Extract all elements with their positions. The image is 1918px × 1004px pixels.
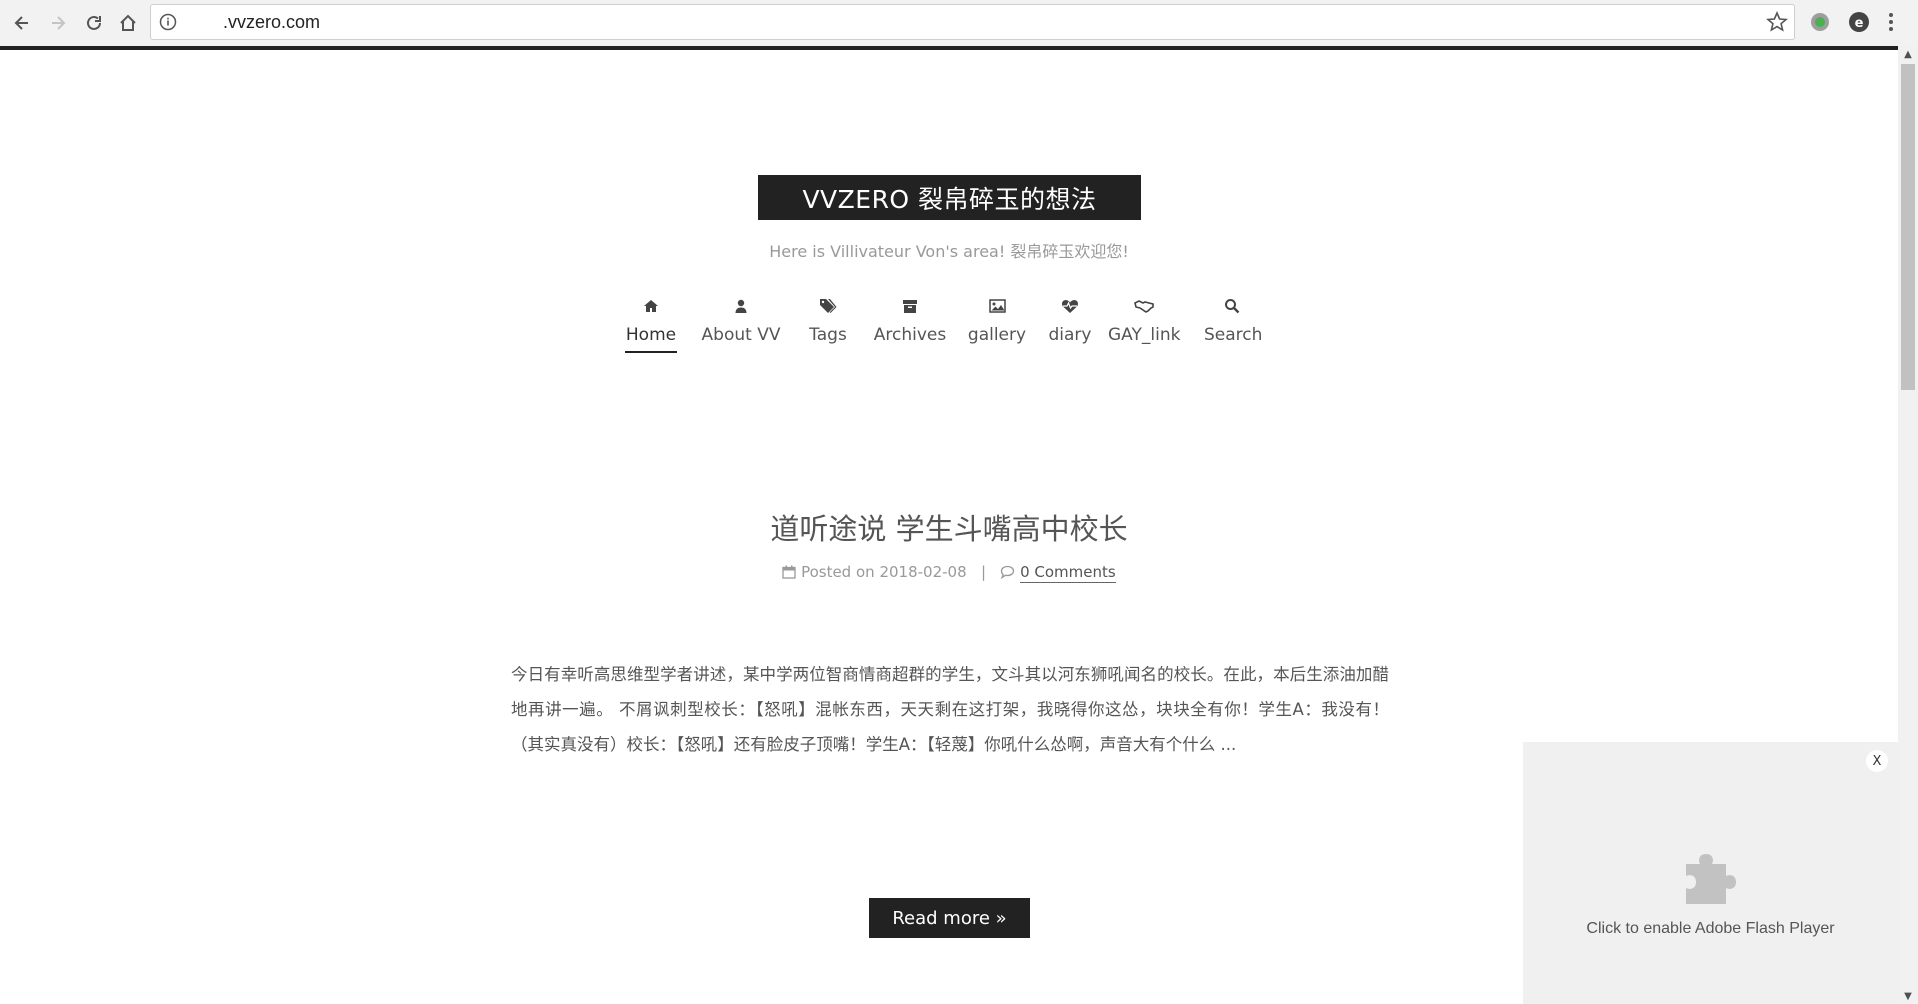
- back-button[interactable]: [8, 9, 36, 37]
- tags-icon: [820, 299, 837, 313]
- arrow-left-icon: [14, 16, 28, 30]
- posted-label: Posted on: [801, 563, 875, 581]
- post-meta: Posted on 2018-02-08 | 0 Comments: [0, 563, 1898, 583]
- svg-text:e: e: [1855, 16, 1864, 31]
- nav-label: Home: [625, 325, 677, 353]
- site-subtitle: Here is Villivateur Von's area! 裂帛碎玉欢迎您!: [769, 242, 1129, 261]
- nav-label: Tags: [809, 325, 847, 345]
- flash-close-button[interactable]: X: [1866, 750, 1888, 772]
- nav-item-archives[interactable]: Archives: [872, 295, 948, 345]
- scroll-up-arrow-icon[interactable]: ▲: [1898, 46, 1918, 62]
- image-icon: [988, 299, 1006, 313]
- nav-label: gallery: [967, 325, 1027, 345]
- nav-label: diary: [1048, 325, 1092, 345]
- home-button[interactable]: [114, 9, 142, 37]
- forward-button[interactable]: [44, 9, 72, 37]
- flash-message[interactable]: Click to enable Adobe Flash Player: [1523, 920, 1898, 938]
- nav-item-gay-link[interactable]: GAY_link: [1108, 295, 1180, 345]
- user-icon: [735, 299, 747, 313]
- browser-window: .vvzero.com e VVZERO 裂帛碎玉的想法 Here is Vil…: [0, 0, 1918, 1004]
- reload-icon: [87, 15, 101, 30]
- flash-placeholder[interactable]: X Click to enable Adobe Flash Player: [1523, 742, 1898, 1004]
- plugin-puzzle-icon: [1686, 854, 1736, 904]
- main-nav: Home About VV Tags Archives gallery diar…: [0, 295, 1898, 365]
- archive-icon: [903, 300, 917, 313]
- nav-label: Search: [1204, 325, 1263, 345]
- browser-toolbar: .vvzero.com e: [0, 0, 1918, 46]
- post-excerpt: 今日有幸听高思维型学者讲述，某中学两位智商情商超群的学生，文斗其以河东狮吼闻名的…: [511, 665, 1389, 754]
- handshake-icon: [1134, 300, 1154, 313]
- nav-label: GAY_link: [1108, 325, 1181, 345]
- extension-e-icon[interactable]: e: [1848, 11, 1870, 33]
- site-title-box[interactable]: VVZERO 裂帛碎玉的想法: [758, 175, 1141, 220]
- search-icon: [1225, 299, 1240, 314]
- post-title[interactable]: 道听途说 学生斗嘴高中校长: [0, 506, 1898, 548]
- post-date: 2018-02-08: [879, 563, 967, 581]
- nav-item-about[interactable]: About VV: [700, 295, 782, 345]
- url-text[interactable]: .vvzero.com: [223, 12, 320, 33]
- nav-item-diary[interactable]: diary: [1047, 295, 1093, 345]
- vertical-scrollbar[interactable]: ▲ ▼: [1898, 46, 1918, 1004]
- home-outline-icon: [120, 14, 136, 31]
- bookmark-star-icon[interactable]: [1766, 11, 1788, 33]
- comments-link[interactable]: 0 Comments: [1020, 563, 1116, 583]
- nav-item-search[interactable]: Search: [1204, 295, 1263, 345]
- arrow-right-icon: [52, 16, 66, 30]
- site-title[interactable]: VVZERO 裂帛碎玉的想法: [802, 180, 1096, 216]
- nav-label: Archives: [873, 325, 947, 345]
- menu-kebab-icon[interactable]: [1887, 11, 1897, 33]
- comment-icon: [1000, 565, 1015, 580]
- home-icon: [644, 300, 658, 312]
- nav-item-gallery[interactable]: gallery: [967, 295, 1027, 345]
- heartbeat-icon: [1061, 300, 1079, 313]
- nav-item-tags[interactable]: Tags: [804, 295, 852, 345]
- calendar-icon: [782, 565, 796, 579]
- nav-label: About VV: [701, 325, 781, 345]
- scroll-down-arrow-icon[interactable]: ▼: [1898, 988, 1918, 1004]
- nav-item-home[interactable]: Home: [625, 295, 677, 353]
- info-icon[interactable]: [159, 13, 177, 31]
- read-more-button[interactable]: Read more »: [869, 898, 1030, 938]
- scroll-thumb[interactable]: [1901, 64, 1915, 390]
- reload-button[interactable]: [80, 9, 108, 37]
- meta-separator: |: [980, 563, 986, 581]
- extension-green-icon[interactable]: [1809, 11, 1831, 33]
- page-content: VVZERO 裂帛碎玉的想法 Here is Villivateur Von's…: [0, 50, 1898, 1004]
- address-bar[interactable]: .vvzero.com: [150, 4, 1795, 40]
